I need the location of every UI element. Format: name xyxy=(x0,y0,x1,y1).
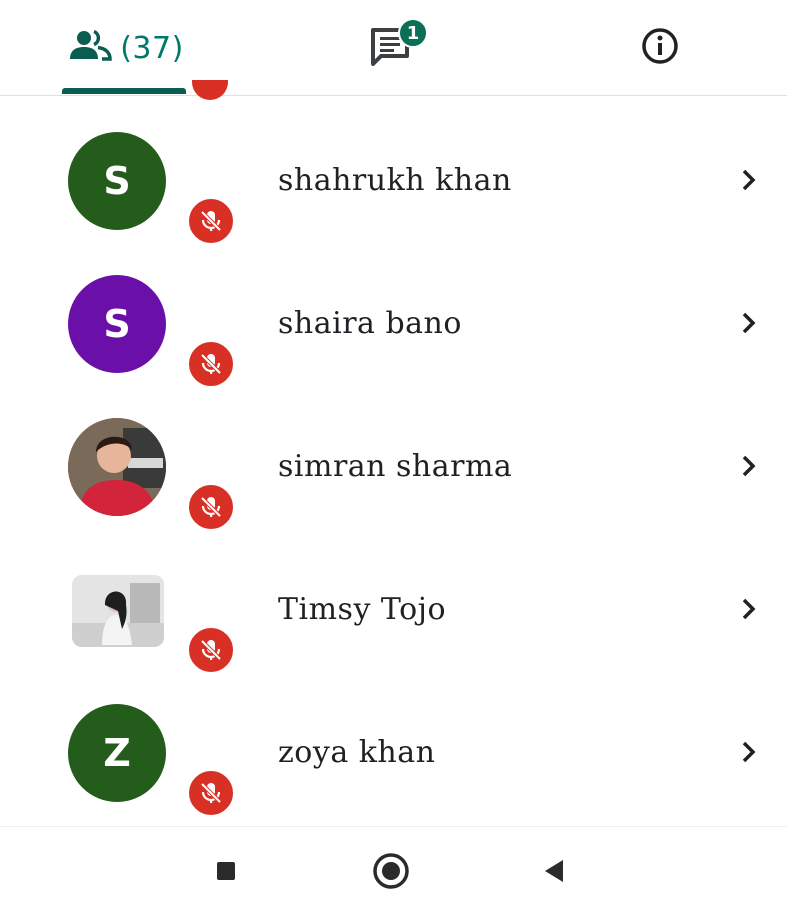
system-nav-bar xyxy=(0,826,787,917)
chevron-right-icon[interactable] xyxy=(736,453,762,479)
square-icon xyxy=(215,860,237,886)
tab-chat[interactable]: 1 xyxy=(330,0,450,96)
mic-off-icon xyxy=(186,768,236,818)
list-item[interactable]: S shahrukh khan xyxy=(0,110,787,253)
chevron-right-icon[interactable] xyxy=(736,310,762,336)
active-tab-indicator xyxy=(62,88,186,94)
participant-name: zoya khan xyxy=(278,735,436,770)
avatar-photo xyxy=(68,418,166,516)
participant-name: shahrukh khan xyxy=(278,163,512,198)
home-circle-icon xyxy=(371,851,411,895)
tab-bar: (37) 1 xyxy=(0,0,787,96)
avatar: S xyxy=(68,275,166,373)
chevron-right-icon[interactable] xyxy=(736,167,762,193)
participant-name: Timsy Tojo xyxy=(278,592,447,627)
back-triangle-icon xyxy=(541,857,567,889)
tab-people[interactable]: (37) xyxy=(48,0,204,96)
participant-count: (37) xyxy=(120,30,184,66)
home-button[interactable] xyxy=(369,851,413,895)
list-item[interactable]: simran sharma xyxy=(0,396,787,539)
list-item[interactable]: S shaira bano xyxy=(0,253,787,396)
chevron-right-icon[interactable] xyxy=(736,596,762,622)
recents-button[interactable] xyxy=(204,851,248,895)
mic-off-icon xyxy=(186,339,236,389)
avatar: S xyxy=(68,132,166,230)
avatar: Z xyxy=(68,704,166,802)
participant-list[interactable]: S shahrukh khan S shaira bano simran sha… xyxy=(0,97,787,820)
list-item[interactable]: Timsy Tojo xyxy=(0,539,787,682)
tab-info[interactable] xyxy=(600,0,720,96)
people-icon xyxy=(68,29,112,67)
mic-off-icon xyxy=(186,196,236,246)
mic-off-icon xyxy=(186,625,236,675)
avatar-photo xyxy=(72,575,164,647)
participant-name: simran sharma xyxy=(278,449,513,484)
participant-name: shaira bano xyxy=(278,306,462,341)
info-icon xyxy=(640,26,680,70)
list-item[interactable]: Z zoya khan xyxy=(0,682,787,825)
chevron-right-icon[interactable] xyxy=(736,739,762,765)
unread-badge: 1 xyxy=(398,18,428,48)
mic-off-icon xyxy=(186,482,236,532)
back-button[interactable] xyxy=(532,851,576,895)
